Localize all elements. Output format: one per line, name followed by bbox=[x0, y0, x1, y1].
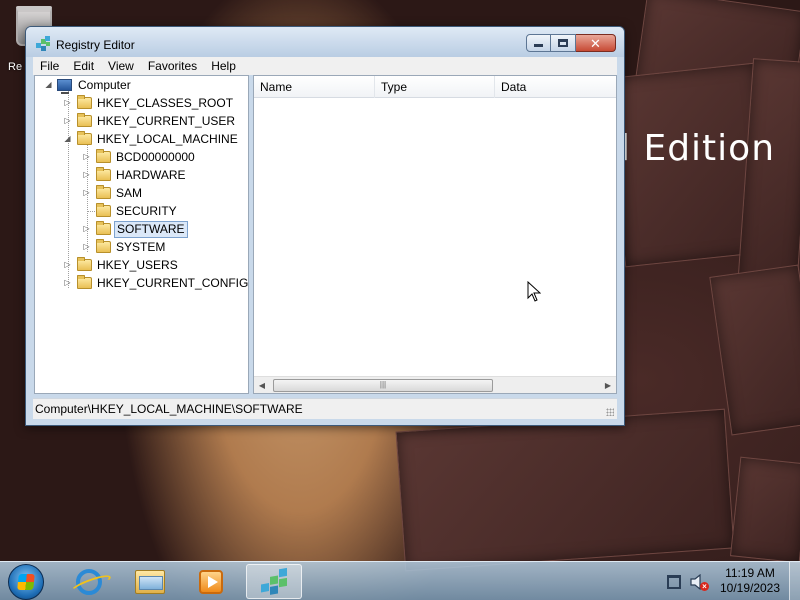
tree-label: SECURITY bbox=[116, 204, 177, 218]
tree-label: HKEY_USERS bbox=[97, 258, 178, 272]
status-bar: Computer\HKEY_LOCAL_MACHINE\SOFTWARE bbox=[33, 398, 617, 419]
mouse-cursor-icon bbox=[527, 281, 541, 302]
expand-icon[interactable]: ▷ bbox=[82, 238, 91, 256]
expand-icon[interactable]: ▷ bbox=[63, 94, 72, 112]
expand-icon[interactable]: ▷ bbox=[63, 274, 72, 292]
tree-label: HKEY_CURRENT_CONFIG bbox=[97, 276, 249, 290]
registry-editor-icon bbox=[261, 567, 289, 599]
tree-label: HARDWARE bbox=[116, 168, 186, 182]
column-header-type[interactable]: Type bbox=[375, 76, 495, 98]
wallpaper-slab bbox=[395, 408, 735, 572]
expand-icon[interactable]: ▷ bbox=[63, 112, 72, 130]
menu-edit[interactable]: Edit bbox=[66, 57, 101, 75]
registry-tree[interactable]: ◢ Computer ▷ HKEY_CLASSES_ROOT ▷ HKEY_CU… bbox=[34, 75, 249, 394]
tree-label: BCD00000000 bbox=[116, 150, 195, 164]
resize-grip-icon[interactable] bbox=[606, 408, 614, 416]
expand-icon[interactable]: ▷ bbox=[82, 184, 91, 202]
folder-icon bbox=[96, 149, 111, 163]
expand-icon[interactable]: ▷ bbox=[63, 256, 72, 274]
folder-icon bbox=[96, 185, 111, 199]
wallpaper-text: l Edition bbox=[620, 128, 776, 169]
values-list[interactable]: Name Type Data ◀ ||| ▶ bbox=[253, 75, 617, 394]
window-title: Registry Editor bbox=[56, 38, 135, 52]
minimize-button[interactable] bbox=[526, 34, 551, 52]
tree-connector bbox=[87, 211, 95, 212]
close-icon: ✕ bbox=[590, 35, 601, 51]
maximize-button[interactable] bbox=[551, 34, 576, 52]
menu-bar: File Edit View Favorites Help bbox=[33, 57, 617, 75]
clock-date: 10/19/2023 bbox=[719, 581, 781, 595]
minimize-icon bbox=[534, 44, 543, 47]
folder-icon bbox=[77, 275, 92, 289]
folder-icon bbox=[77, 95, 92, 109]
registry-editor-window: Registry Editor ✕ File Edit View Favorit… bbox=[25, 26, 625, 426]
column-header-data[interactable]: Data bbox=[495, 76, 616, 98]
menu-file[interactable]: File bbox=[33, 57, 66, 75]
network-icon[interactable] bbox=[667, 575, 681, 589]
close-button[interactable]: ✕ bbox=[576, 34, 616, 52]
list-header: Name Type Data bbox=[254, 76, 616, 98]
collapse-icon[interactable]: ◢ bbox=[44, 76, 53, 94]
taskbar-media-player[interactable] bbox=[184, 564, 240, 599]
menu-help[interactable]: Help bbox=[204, 57, 243, 75]
folder-icon bbox=[96, 239, 111, 253]
expand-icon[interactable]: ▷ bbox=[82, 166, 91, 184]
folder-open-icon bbox=[77, 131, 92, 145]
mute-badge-icon: × bbox=[700, 582, 709, 591]
tree-label: HKEY_LOCAL_MACHINE bbox=[97, 132, 238, 146]
tree-label: HKEY_CURRENT_USER bbox=[97, 114, 236, 128]
internet-explorer-icon bbox=[76, 569, 102, 595]
folder-icon bbox=[77, 113, 92, 127]
folder-icon bbox=[96, 167, 111, 181]
clock-time: 11:19 AM bbox=[725, 566, 775, 580]
show-desktop-button[interactable] bbox=[789, 562, 800, 600]
tree-label: Computer bbox=[78, 78, 131, 92]
expand-icon[interactable]: ▷ bbox=[82, 148, 91, 166]
tree-label-selected: SOFTWARE bbox=[114, 221, 188, 238]
volume-muted-icon[interactable]: × bbox=[690, 573, 709, 591]
registry-editor-icon bbox=[36, 36, 50, 51]
wallpaper-slab bbox=[729, 456, 800, 564]
window-controls: ✕ bbox=[526, 34, 616, 52]
menu-view[interactable]: View bbox=[101, 57, 141, 75]
taskbar-registry-editor[interactable] bbox=[246, 564, 302, 599]
computer-icon bbox=[57, 79, 72, 94]
menu-favorites[interactable]: Favorites bbox=[141, 57, 204, 75]
folder-icon bbox=[96, 203, 111, 217]
folder-icon bbox=[77, 257, 92, 271]
column-header-name[interactable]: Name bbox=[254, 76, 375, 98]
horizontal-scrollbar[interactable]: ◀ ||| ▶ bbox=[254, 376, 616, 393]
windows-explorer-icon bbox=[135, 570, 165, 594]
status-path: Computer\HKEY_LOCAL_MACHINE\SOFTWARE bbox=[35, 402, 303, 416]
tree-label: SYSTEM bbox=[116, 240, 166, 254]
tree-label: HKEY_CLASSES_ROOT bbox=[97, 96, 234, 110]
media-player-icon bbox=[199, 570, 223, 594]
recycle-bin-label: Re bbox=[8, 61, 23, 73]
start-button[interactable] bbox=[8, 564, 44, 600]
maximize-icon bbox=[558, 39, 568, 47]
taskbar-windows-explorer[interactable] bbox=[123, 564, 179, 599]
expand-icon[interactable]: ▷ bbox=[82, 220, 91, 238]
scroll-right-icon[interactable]: ▶ bbox=[600, 377, 616, 393]
title-bar[interactable]: Registry Editor ✕ bbox=[26, 27, 624, 57]
taskbar: × 11:19 AM 10/19/2023 bbox=[0, 561, 800, 600]
scroll-thumb[interactable]: ||| bbox=[273, 379, 493, 392]
collapse-icon[interactable]: ◢ bbox=[63, 130, 72, 148]
system-clock[interactable]: 11:19 AM 10/19/2023 bbox=[718, 566, 782, 596]
taskbar-internet-explorer[interactable] bbox=[62, 564, 118, 599]
tree-label: SAM bbox=[116, 186, 143, 200]
scroll-left-icon[interactable]: ◀ bbox=[254, 377, 270, 393]
folder-icon bbox=[96, 221, 111, 235]
